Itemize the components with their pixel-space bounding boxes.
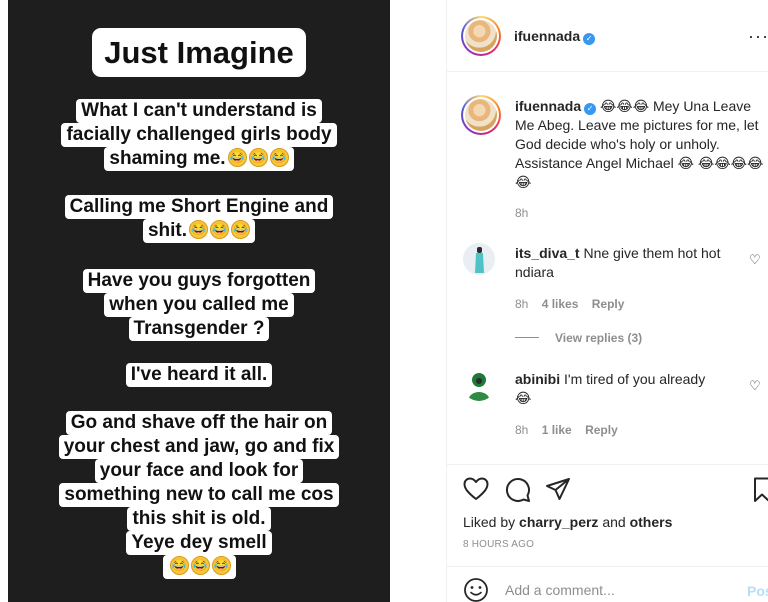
story-line: facially challenged girls body bbox=[61, 123, 337, 147]
post-side-panel: ifuennada ✓ ··· ifuennada ✓ 😂😂😂 Mey Una Le… bbox=[446, 0, 768, 602]
add-comment-input[interactable] bbox=[505, 582, 735, 598]
comment-username[interactable]: its_diva_t bbox=[515, 245, 580, 261]
story-image: Just Imagine What I can't understand is … bbox=[8, 0, 390, 602]
like-comment-heart-icon[interactable]: ♡ bbox=[749, 253, 762, 266]
comment-meta: 8h 4 likes Reply bbox=[515, 297, 625, 311]
comment-likes[interactable]: 1 like bbox=[542, 423, 572, 437]
post-header: ifuennada ✓ ··· bbox=[447, 0, 768, 72]
verified-badge-icon: ✓ bbox=[583, 33, 596, 45]
header-author: ifuennada ✓ bbox=[514, 28, 596, 46]
laughing-emoji-icon: 😂 bbox=[211, 556, 231, 575]
story-paragraph-3: Have you guys forgotten when you called … bbox=[82, 269, 316, 341]
emoji-smiley-icon[interactable] bbox=[463, 577, 489, 602]
laughing-emoji-icon: 😂 bbox=[210, 220, 230, 239]
story-line: when you called me bbox=[104, 293, 294, 317]
story-line: your face and look for bbox=[94, 459, 304, 483]
story-line: 😂 😂 😂 bbox=[162, 555, 236, 579]
laughing-emoji-icon: 😂 bbox=[190, 556, 210, 575]
caption-username[interactable]: ifuennada bbox=[515, 98, 581, 114]
reply-button[interactable]: Reply bbox=[585, 423, 618, 437]
story-line: your chest and jaw, go and fix bbox=[58, 435, 340, 459]
story-paragraph-2: Calling me Short Engine and shit. 😂 😂 😂 bbox=[64, 195, 334, 243]
liked-by-others[interactable]: others bbox=[630, 514, 673, 530]
story-paragraph-1: What I can't understand is facially chal… bbox=[61, 99, 337, 171]
header-username[interactable]: ifuennada bbox=[514, 28, 580, 44]
add-comment-bar: Post bbox=[447, 566, 768, 602]
more-options-icon[interactable]: ··· bbox=[748, 26, 768, 47]
story-line: this shit is old. bbox=[127, 507, 271, 531]
like-comment-heart-icon[interactable]: ♡ bbox=[749, 379, 762, 392]
caption-emojis: 😂😂😂 bbox=[600, 98, 650, 114]
story-line: Calling me Short Engine and bbox=[64, 195, 334, 219]
story-line: Have you guys forgotten bbox=[82, 269, 316, 293]
post-comment-button[interactable]: Post bbox=[747, 583, 768, 599]
comment-meta: 8h 1 like Reply bbox=[515, 423, 618, 437]
liked-by-text: Liked by charry_perz and others bbox=[463, 514, 673, 530]
laughing-emoji-icon: 😂 bbox=[169, 556, 189, 575]
story-line: shit. 😂 😂 😂 bbox=[142, 219, 256, 243]
divider-line bbox=[515, 337, 539, 338]
story-line: I've heard it all. bbox=[125, 363, 273, 387]
post-actions: Liked by charry_perz and others bbox=[447, 464, 768, 566]
story-line: What I can't understand is bbox=[76, 99, 322, 123]
post-time-ago[interactable]: 8 HOURS AGO bbox=[463, 539, 534, 550]
view-replies-button[interactable]: View replies (3) bbox=[515, 331, 642, 345]
story-paragraph-5: Go and shave off the hair on your chest … bbox=[58, 411, 340, 579]
reply-button[interactable]: Reply bbox=[592, 297, 625, 311]
story-line: Transgender ? bbox=[128, 317, 270, 341]
caption-avatar[interactable] bbox=[461, 95, 501, 135]
comment-text: its_diva_t Nne give them hot hot ndiara bbox=[515, 245, 721, 280]
caption-text: ifuennada ✓ 😂😂😂 Mey Una Leave Me Abeg. Le… bbox=[515, 97, 765, 192]
commenter-avatar[interactable] bbox=[463, 243, 495, 275]
caption-time: 8h bbox=[515, 206, 529, 220]
caption-emoji-tail: 😂 bbox=[677, 155, 695, 171]
comment-bubble-icon[interactable] bbox=[505, 477, 531, 503]
commenter-avatar[interactable] bbox=[463, 369, 495, 401]
story-paragraph-4: I've heard it all. bbox=[125, 363, 273, 387]
author-avatar[interactable] bbox=[461, 16, 501, 56]
story-title: Just Imagine bbox=[92, 28, 306, 77]
comments-list[interactable]: ifuennada ✓ 😂😂😂 Mey Una Leave Me Abeg. Le… bbox=[447, 73, 768, 463]
laughing-emoji-icon: 😂 bbox=[227, 148, 247, 167]
verified-badge-icon: ✓ bbox=[584, 103, 597, 115]
story-line: Yeye dey smell bbox=[126, 531, 272, 555]
comment-username[interactable]: abinibi bbox=[515, 371, 560, 387]
story-text-stack: Just Imagine What I can't understand is … bbox=[8, 28, 390, 579]
like-heart-icon[interactable] bbox=[463, 477, 489, 501]
comment-text: abinibi I'm tired of you already 😂 bbox=[515, 371, 706, 406]
comment-likes[interactable]: 4 likes bbox=[542, 297, 579, 311]
laughing-emoji-icon: 😂 bbox=[248, 148, 268, 167]
story-line: Go and shave off the hair on bbox=[65, 411, 333, 435]
post-media[interactable]: Just Imagine What I can't understand is … bbox=[0, 0, 445, 602]
story-line: something new to call me cos bbox=[59, 483, 339, 507]
save-bookmark-icon[interactable] bbox=[753, 477, 768, 503]
laughing-emoji-icon: 😂 bbox=[269, 148, 289, 167]
story-line: shaming me. 😂 😂 😂 bbox=[104, 147, 294, 171]
laughing-emoji-icon: 😂 bbox=[189, 220, 209, 239]
share-plane-icon[interactable] bbox=[545, 477, 571, 501]
liked-by-user[interactable]: charry_perz bbox=[519, 514, 598, 530]
laughing-emoji-icon: 😂 bbox=[231, 220, 251, 239]
